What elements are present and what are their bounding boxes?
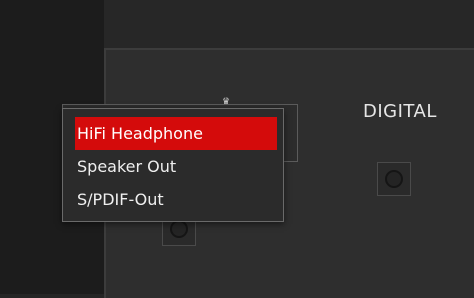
menu-item-spdif-out[interactable]: S/PDIF-Out [75,183,275,216]
menu-item-speaker-out[interactable]: Speaker Out [75,150,275,183]
top-bar [104,0,474,48]
jack-ring [385,170,403,188]
digital-section-label: DIGITAL [363,101,437,122]
menu-item-hifi-headphone[interactable]: HiFi Headphone [75,117,277,150]
digital-audio-jack-icon[interactable] [377,162,411,196]
jack-ring [170,220,188,238]
output-device-menu: HiFi Headphone Speaker Out S/PDIF-Out [62,108,284,222]
